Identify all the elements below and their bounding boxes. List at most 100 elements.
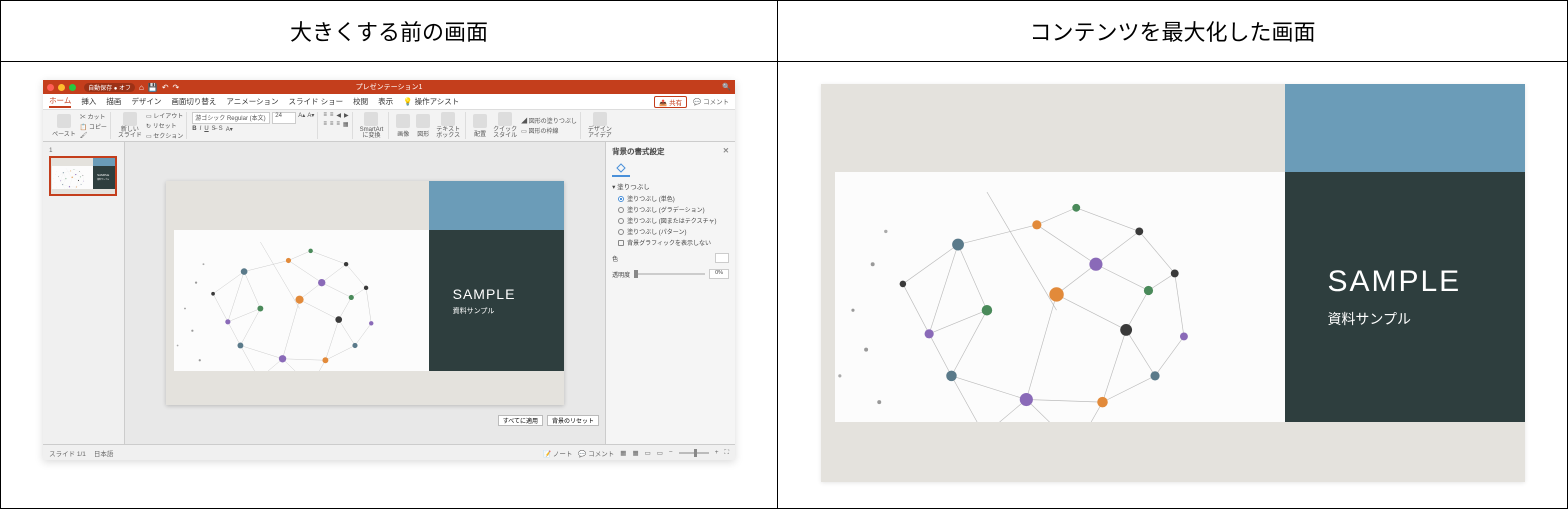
quick-styles-button[interactable]: クイック スタイル — [491, 111, 519, 140]
cut-button[interactable]: ✂ カット — [80, 112, 107, 121]
right-header-cell: コンテンツを最大化した画面 — [778, 1, 1568, 62]
bullet-list-button[interactable]: ≡ — [323, 112, 327, 119]
slide-title: SAMPLE — [453, 286, 564, 302]
strikethrough-button[interactable]: S̶ — [212, 126, 216, 133]
increase-indent-button[interactable]: ▶ — [344, 112, 349, 119]
fill-tab-icon[interactable] — [612, 161, 630, 177]
minimize-window-button[interactable] — [58, 84, 65, 91]
textbox-button[interactable]: テキスト ボックス — [434, 111, 462, 140]
autosave-toggle[interactable]: 自動保存 ● オフ — [84, 83, 135, 92]
section-button[interactable]: ▭ セクション — [146, 131, 183, 140]
slide-dark-block: SAMPLE 資料サンプル — [429, 230, 564, 371]
reading-view-icon[interactable]: ▭ — [645, 449, 651, 457]
font-name-select[interactable]: 游ゴシック Regular (本文) — [192, 112, 270, 124]
columns-button[interactable]: ▦ — [343, 121, 349, 128]
slide-graphic-area-max — [835, 172, 1286, 423]
slide-thumbnails-panel: 1 SAMPLE 資料サンプル — [43, 142, 125, 444]
hide-bg-graphics-option[interactable]: 背景グラフィックを表示しない — [612, 238, 729, 247]
align-left-button[interactable]: ≡ — [323, 121, 327, 128]
tab-insert[interactable]: 挿入 — [81, 96, 96, 107]
fill-gradient-option[interactable]: 塗りつぶし (グラデーション) — [612, 205, 729, 214]
copy-button[interactable]: 📋 コピー — [80, 122, 107, 131]
align-right-button[interactable]: ≡ — [336, 121, 340, 128]
smartart-button[interactable]: SmartArt に変換 — [358, 111, 386, 140]
tab-design[interactable]: デザイン — [131, 96, 161, 107]
language-indicator[interactable]: 日本語 — [94, 448, 114, 458]
zoom-in-icon[interactable]: + — [715, 449, 719, 456]
fit-to-window-icon[interactable]: ⛶ — [725, 449, 730, 457]
paste-button[interactable]: ペースト — [50, 113, 78, 139]
increase-font-icon[interactable]: A▴ — [298, 112, 305, 124]
slide-counter: スライド 1/1 — [49, 448, 86, 458]
window-titlebar: 自動保存 ● オフ ⌂ 💾 ↶ ↷ プレゼンテーション1 🔍 — [43, 80, 735, 94]
color-picker-button[interactable] — [715, 253, 729, 263]
tab-home[interactable]: ホーム — [49, 95, 71, 108]
close-window-button[interactable] — [47, 84, 54, 91]
share-button[interactable]: 📤 共有 — [654, 96, 687, 108]
zoom-slider[interactable] — [679, 452, 709, 454]
transparency-slider[interactable] — [634, 273, 705, 275]
slide-subtitle: 資料サンプル — [453, 306, 564, 316]
comments-button[interactable]: 💬 コメント — [693, 96, 729, 108]
align-center-button[interactable]: ≡ — [330, 121, 334, 128]
format-background-panel: 背景の書式設定 ✕ ▾ 塗りつぶし 塗りつぶし (単色) 塗りつぶし (グラデー… — [605, 142, 735, 444]
undo-icon[interactable]: ↶ — [162, 83, 169, 92]
slide-canvas[interactable]: SAMPLE 資料サンプル — [166, 181, 564, 405]
close-panel-icon[interactable]: ✕ — [723, 146, 729, 157]
transparency-value[interactable]: 0% — [709, 269, 729, 279]
format-painter-button[interactable]: 🖌 — [80, 132, 107, 139]
reset-button[interactable]: ↻ リセット — [146, 121, 183, 130]
reset-background-button[interactable]: 背景のリセット — [547, 415, 599, 426]
maximize-window-button[interactable] — [69, 84, 76, 91]
fill-section-header[interactable]: ▾ 塗りつぶし — [612, 181, 729, 191]
notes-button[interactable]: 📝 ノート — [543, 448, 572, 458]
save-icon[interactable]: 💾 — [148, 83, 158, 92]
italic-button[interactable]: I — [200, 126, 202, 133]
fill-pattern-option[interactable]: 塗りつぶし (パターン) — [612, 227, 729, 236]
underline-button[interactable]: U — [204, 126, 208, 133]
font-size-select[interactable]: 24 — [272, 112, 296, 124]
shadow-button[interactable]: S — [219, 126, 223, 133]
number-list-button[interactable]: ≡ — [330, 112, 334, 119]
tell-me[interactable]: 💡 操作アシスト — [403, 96, 459, 107]
tab-review[interactable]: 校閲 — [353, 96, 368, 107]
titlebar-search-icon[interactable]: 🔍 — [722, 83, 731, 91]
tab-transitions[interactable]: 画面切り替え — [171, 96, 216, 107]
slide-thumbnail-1[interactable]: SAMPLE 資料サンプル — [49, 156, 117, 196]
shapes-button[interactable]: 図形 — [414, 113, 432, 139]
decrease-font-icon[interactable]: A▾ — [307, 112, 314, 124]
traffic-lights — [47, 84, 76, 91]
fill-picture-option[interactable]: 塗りつぶし (図またはテクスチャ) — [612, 216, 729, 225]
left-header-cell: 大きくする前の画面 — [1, 1, 778, 62]
tab-view[interactable]: 表示 — [378, 96, 393, 107]
shape-fill-button[interactable]: ◢ 図形の塗りつぶし — [521, 116, 577, 125]
tab-animations[interactable]: アニメーション — [226, 96, 278, 107]
zoom-out-icon[interactable]: − — [669, 449, 673, 456]
arrange-button[interactable]: 配置 — [471, 113, 489, 139]
slide-blue-block-max — [1285, 84, 1524, 172]
sorter-view-icon[interactable]: ▦ — [632, 449, 638, 457]
picture-button[interactable]: 画像 — [394, 113, 412, 139]
design-ideas-button[interactable]: デザイン アイデア — [586, 111, 614, 140]
redo-icon[interactable]: ↷ — [173, 83, 180, 92]
bold-button[interactable]: B — [192, 126, 196, 133]
font-color-button[interactable]: A▾ — [226, 126, 233, 133]
comments-status-button[interactable]: 💬 コメント — [578, 448, 614, 458]
color-label: 色 — [612, 254, 618, 263]
slide-blue-block — [429, 181, 564, 230]
fill-solid-option[interactable]: 塗りつぶし (単色) — [612, 194, 729, 203]
normal-view-icon[interactable]: ▦ — [620, 449, 626, 457]
home-icon[interactable]: ⌂ — [139, 83, 144, 92]
workspace: 1 SAMPLE 資料サンプル — [43, 142, 735, 444]
maximized-slide: SAMPLE 資料サンプル — [821, 84, 1525, 482]
decrease-indent-button[interactable]: ◀ — [336, 112, 341, 119]
shape-outline-button[interactable]: ▭ 図形の枠線 — [521, 126, 577, 135]
layout-button[interactable]: ▭ レイアウト — [146, 111, 183, 120]
document-title: プレゼンテーション1 — [356, 82, 423, 92]
tab-draw[interactable]: 描画 — [106, 96, 121, 107]
slide-canvas-area: SAMPLE 資料サンプル すべてに適用 背景のリセット — [125, 142, 605, 444]
slideshow-view-icon[interactable]: ▭ — [657, 449, 663, 457]
new-slide-button[interactable]: 新しい スライド — [116, 111, 144, 140]
apply-all-button[interactable]: すべてに適用 — [498, 415, 543, 426]
tab-slideshow[interactable]: スライド ショー — [289, 96, 344, 107]
